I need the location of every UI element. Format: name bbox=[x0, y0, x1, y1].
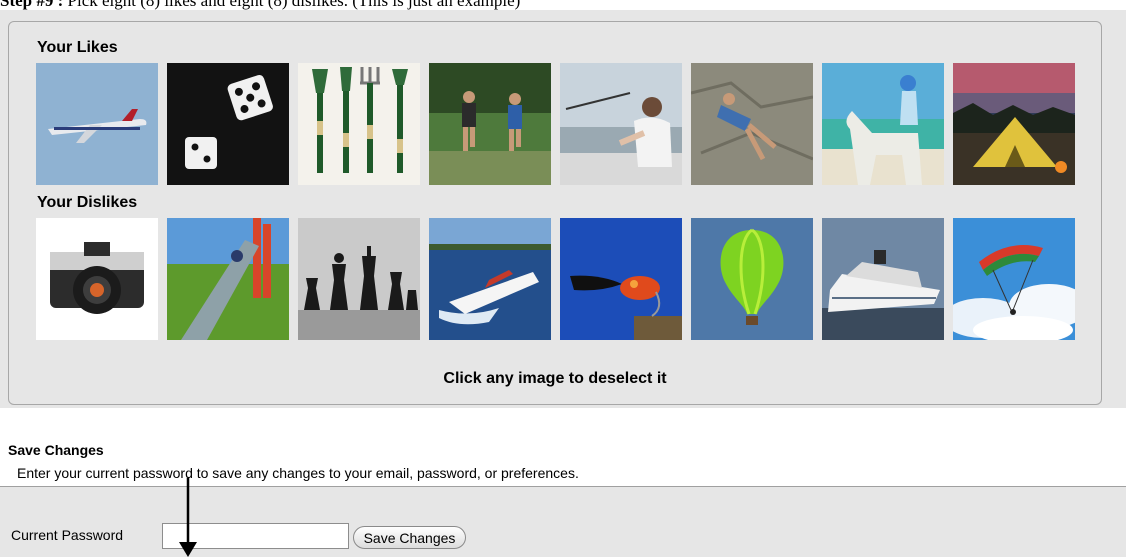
chess-pieces-icon bbox=[298, 218, 420, 340]
dislike-image-chess-pieces[interactable] bbox=[298, 218, 420, 340]
step-number: Step #9 : bbox=[0, 0, 64, 10]
dislike-image-speedboat[interactable] bbox=[429, 218, 551, 340]
dislike-image-hot-air-balloon[interactable] bbox=[691, 218, 813, 340]
dislike-image-fishing-fly[interactable] bbox=[560, 218, 682, 340]
likes-heading: Your Likes bbox=[37, 39, 118, 56]
parasailing-icon bbox=[953, 218, 1075, 340]
playground-slide-icon bbox=[167, 218, 289, 340]
garden-tools-icon bbox=[298, 63, 420, 185]
camera-icon bbox=[36, 218, 158, 340]
dice-icon bbox=[167, 63, 289, 185]
deselect-hint: Click any image to deselect it bbox=[443, 370, 667, 387]
dislike-image-playground-slide[interactable] bbox=[167, 218, 289, 340]
save-changes-button[interactable]: Save Changes bbox=[353, 526, 466, 549]
annotation-arrow-icon bbox=[179, 478, 197, 557]
horseback-riding-icon bbox=[822, 63, 944, 185]
camping-tent-icon bbox=[953, 63, 1075, 185]
dislike-image-cruise-ship[interactable] bbox=[822, 218, 944, 340]
like-image-horseback-riding[interactable] bbox=[822, 63, 944, 185]
like-image-rock-climbing[interactable] bbox=[691, 63, 813, 185]
fishing-fly-icon bbox=[560, 218, 682, 340]
like-image-joggers[interactable] bbox=[429, 63, 551, 185]
speedboat-icon bbox=[429, 218, 551, 340]
like-image-garden-tools[interactable] bbox=[298, 63, 420, 185]
cruise-ship-icon bbox=[822, 218, 944, 340]
current-password-label: Current Password bbox=[11, 527, 124, 543]
dislike-image-camera[interactable] bbox=[36, 218, 158, 340]
like-image-fishing[interactable] bbox=[560, 63, 682, 185]
airplane-icon bbox=[36, 63, 158, 185]
dislikes-heading: Your Dislikes bbox=[37, 194, 138, 211]
joggers-icon bbox=[429, 63, 551, 185]
fishing-icon bbox=[560, 63, 682, 185]
hot-air-balloon-icon bbox=[691, 218, 813, 340]
dislike-image-parasailing[interactable] bbox=[953, 218, 1075, 340]
like-image-camping-tent[interactable] bbox=[953, 63, 1075, 185]
like-image-dice[interactable] bbox=[167, 63, 289, 185]
step-text: Pick eight (8) likes and eight (8) disli… bbox=[63, 0, 521, 10]
rock-climbing-icon bbox=[691, 63, 813, 185]
save-changes-heading: Save Changes bbox=[8, 442, 104, 458]
like-image-airplane[interactable] bbox=[36, 63, 158, 185]
save-changes-description: Enter your current password to save any … bbox=[17, 465, 579, 481]
